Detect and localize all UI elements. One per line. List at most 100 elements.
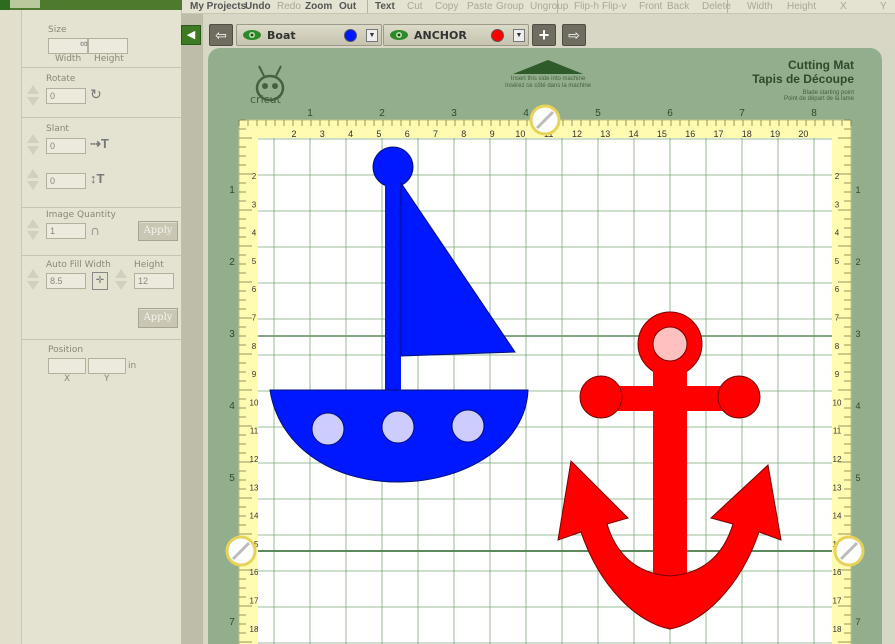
ruler-cm-label-right: 14 — [833, 512, 842, 521]
ruler-cm-label: 3 — [320, 129, 325, 139]
fit-icon[interactable]: ✛ — [92, 272, 108, 290]
mat-handle-icon[interactable] — [833, 535, 865, 567]
toolbar-paste-button[interactable]: Paste — [467, 1, 493, 12]
ruler-cm-label-right: 8 — [835, 342, 840, 351]
toolbar-y-button[interactable]: Y — [880, 1, 887, 12]
toolbar-copy-button[interactable]: Copy — [435, 1, 458, 12]
ruler-inch-label: 6 — [667, 108, 673, 119]
anchor-color-dropdown[interactable]: ▼ — [513, 29, 525, 42]
cutting-mat: cricut Insert this side into machine Insé… — [208, 48, 882, 644]
toolbar-width-button[interactable]: Width — [747, 1, 773, 12]
autofill-height-field[interactable]: 12 — [134, 273, 174, 289]
ruler-inch-label-right: 3 — [855, 329, 860, 339]
autofill-width-label: Auto Fill Width — [46, 260, 111, 270]
slant-icon[interactable]: ⇢T — [90, 136, 109, 152]
toolbar-x-button[interactable]: X — [840, 1, 847, 12]
ruler-cm-label: 16 — [685, 129, 695, 139]
tab-anchor[interactable]: ANCHOR ▼ — [383, 24, 529, 46]
panel-header-bar — [10, 0, 182, 10]
toolbar-flip-v-button[interactable]: Flip-v — [602, 1, 626, 12]
ruler-cm-label-right: 12 — [833, 455, 842, 464]
lock-link-icon[interactable]: ∞ — [80, 38, 88, 50]
toolbar-back-button[interactable]: Back — [667, 1, 689, 12]
toolbar-redo-button[interactable]: Redo — [277, 1, 301, 12]
ruler-cm-label-right: 18 — [833, 625, 842, 634]
ruler-inch-label-left: 4 — [229, 401, 235, 412]
position-y-field[interactable] — [88, 358, 126, 374]
slant-label: Slant — [46, 124, 69, 134]
ruler-cm-label-left: 6 — [252, 285, 257, 294]
anchor-ring-hole — [652, 326, 688, 362]
add-shape-button[interactable]: + — [532, 24, 556, 46]
ruler-cm-label: 12 — [572, 129, 582, 139]
ruler-cm-label-left: 10 — [250, 398, 259, 407]
anchor-color-dot[interactable] — [491, 29, 504, 42]
ruler-inch-label: 7 — [739, 108, 745, 119]
ruler-cm-label-left: 7 — [252, 314, 257, 323]
boat-color-dropdown[interactable]: ▼ — [366, 29, 378, 42]
rotate-field[interactable]: 0 — [46, 88, 86, 104]
ruler-inch-label: 1 — [307, 108, 313, 119]
rotate-spinner[interactable] — [27, 84, 40, 110]
quantity-spinner[interactable] — [27, 218, 40, 244]
toolbar-out-button[interactable]: Out — [339, 1, 356, 12]
next-shape-button[interactable]: ⇨ — [562, 24, 586, 46]
toolbar-zoom-button[interactable]: Zoom — [305, 1, 332, 12]
ruler-cm-label: 8 — [461, 129, 466, 139]
ruler-cm-label-left: 17 — [250, 597, 259, 606]
toolbar-height-button[interactable]: Height — [787, 1, 816, 12]
anchor-shank — [653, 366, 687, 596]
autofill-height-spinner[interactable] — [115, 268, 128, 294]
stretch-spinner[interactable] — [27, 168, 40, 194]
toolbar-text-button[interactable]: Text — [375, 1, 395, 12]
slant-field[interactable]: 0 — [46, 138, 86, 154]
rotate-icon[interactable]: ↻ — [90, 86, 102, 103]
ruler-cm-label: 7 — [433, 129, 438, 139]
anchor-stock-end-right — [717, 375, 761, 419]
toolbar-my-projects-button[interactable]: My Projects — [190, 1, 246, 12]
visibility-eye-icon[interactable] — [389, 28, 409, 42]
boat-color-dot[interactable] — [344, 29, 357, 42]
toolbar-delete-button[interactable]: Delete — [702, 1, 731, 12]
height-field[interactable] — [88, 38, 128, 54]
position-x-field[interactable] — [48, 358, 86, 374]
boat-mast — [385, 178, 401, 393]
autofill-height-label: Height — [134, 260, 164, 270]
autofill-width-field[interactable]: 8.5 — [46, 273, 86, 289]
quantity-apply-button[interactable]: Apply — [138, 221, 178, 241]
autofill-apply-button[interactable]: Apply — [138, 308, 178, 328]
position-label: Position — [48, 345, 84, 355]
position-unit: in — [128, 361, 137, 371]
quantity-icon: ∩ — [90, 222, 101, 238]
toolbar-undo-button[interactable]: Undo — [245, 1, 271, 12]
ruler-cm-label-right: 16 — [833, 568, 842, 577]
toolbar-cut-button[interactable]: Cut — [407, 1, 423, 12]
previous-shape-button[interactable]: ⇦ — [209, 24, 233, 46]
stretch-icon[interactable]: ↕T — [90, 171, 104, 186]
mat-handle-icon[interactable] — [225, 535, 257, 567]
mat-handle-icon[interactable] — [529, 104, 561, 136]
visibility-eye-icon[interactable] — [242, 28, 262, 42]
left-edge-strip — [0, 0, 22, 644]
toolbar-ungroup-button[interactable]: Ungroup — [530, 1, 568, 12]
width-caption: Width — [55, 54, 82, 64]
ruler-cm-label: 9 — [490, 129, 495, 139]
ruler-cm-label: 2 — [291, 129, 296, 139]
quantity-field[interactable]: 1 — [46, 223, 86, 239]
ruler-cm-label-left: 11 — [250, 427, 259, 436]
toolbar-group-button[interactable]: Group — [496, 1, 524, 12]
position-section: Position in X Y — [22, 340, 182, 386]
ruler-cm-label: 6 — [405, 129, 410, 139]
rotate-label: Rotate — [46, 74, 76, 84]
toolbar-front-button[interactable]: Front — [639, 1, 662, 12]
ruler-inch-label: 2 — [379, 108, 385, 119]
toolbar-flip-h-button[interactable]: Flip-h — [574, 1, 599, 12]
stretch-field[interactable]: 0 — [46, 173, 86, 189]
slant-spinner[interactable] — [27, 133, 40, 159]
collapse-panel-button[interactable]: ◀ — [181, 25, 201, 45]
tab-anchor-label: ANCHOR — [414, 29, 467, 42]
ruler-cm-label-right: 17 — [833, 597, 842, 606]
size-section: Size ∞ Width Height — [22, 18, 182, 68]
tab-boat[interactable]: Boat ▼ — [236, 24, 382, 46]
autofill-width-spinner[interactable] — [27, 268, 40, 294]
